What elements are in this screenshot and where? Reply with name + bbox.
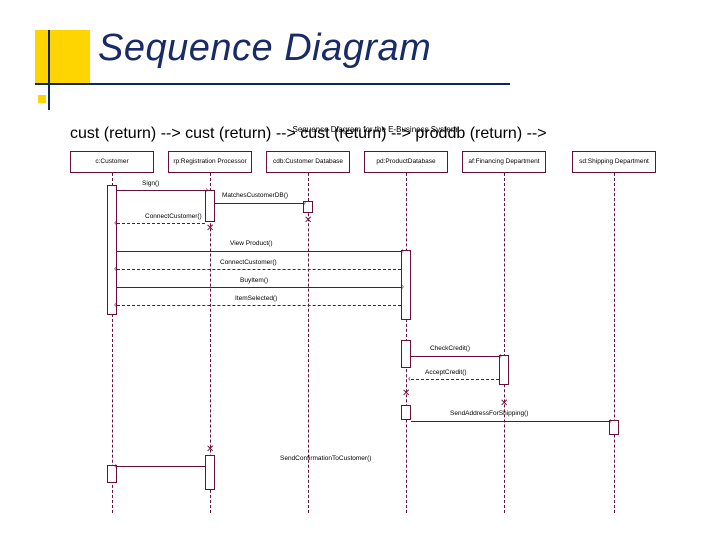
- participant-financing-department: af:Financing Department: [462, 151, 546, 173]
- lifeline-shipping-department: [614, 173, 615, 513]
- msg-label-connect-customer-1: ConnectCustomer(): [145, 213, 202, 220]
- msg-buy-item: ›: [117, 287, 401, 288]
- title-underline: [35, 83, 510, 85]
- msg-label-check-credit: CheckCredit(): [430, 345, 470, 352]
- term-proddb: [402, 390, 410, 398]
- exec-customer-1: [107, 185, 117, 315]
- exec-regproc-1: [205, 190, 215, 222]
- diagram-caption: Sequence Diagram for the E-Business Syst…: [70, 125, 680, 134]
- msg-view-product: ›: [117, 251, 401, 252]
- sequence-diagram: Sequence Diagram for the E-Business Syst…: [70, 125, 680, 515]
- participant-shipping-department: sd:Shipping Department: [572, 151, 656, 173]
- title-accent-box: [35, 30, 90, 85]
- msg-send-confirmation: ‹: [117, 466, 205, 467]
- participant-product-database: pd:ProductDatabase: [364, 151, 448, 173]
- term-custdb: [304, 217, 312, 225]
- msg-label-item-selected: ItemSelected(): [235, 295, 277, 302]
- msg-label-sign: Sign(): [142, 180, 159, 187]
- title-tick: [38, 95, 46, 103]
- msg-connect-customer-2: ‹: [117, 269, 401, 270]
- term-regproc: [206, 225, 214, 233]
- msg-item-selected: ‹: [117, 305, 401, 306]
- term-regproc-2: [206, 446, 214, 454]
- title-vline: [48, 30, 50, 110]
- exec-regproc-2: [205, 455, 215, 490]
- participant-customer: c:Customer: [70, 151, 154, 173]
- msg-label-send-address: SendAddressForShipping(): [450, 410, 528, 417]
- participant-customer-database: cdb:Customer Database: [266, 151, 350, 173]
- msg-label-view-product: View Product(): [230, 240, 273, 247]
- participant-registration-processor: rp:Registration Processor: [168, 151, 252, 173]
- msg-connect-customer-1: ‹: [117, 223, 205, 224]
- msg-label-matches-customer-db: MatchesCustomerDB(): [222, 192, 288, 199]
- lifeline-financing-department: [504, 173, 505, 513]
- msg-check-credit: ›: [411, 356, 499, 357]
- msg-label-send-confirmation: SendConfirmationToCustomer(): [280, 455, 371, 462]
- slide-title: Sequence Diagram: [98, 27, 431, 70]
- msg-accept-credit: ‹: [411, 379, 499, 380]
- term-findept: [500, 400, 508, 408]
- exec-proddb-2: [401, 340, 411, 368]
- msg-label-accept-credit: AcceptCredit(): [425, 369, 467, 376]
- slide: Sequence Diagram Sequence Diagram for th…: [0, 0, 720, 540]
- msg-label-connect-customer-2: ConnectCustomer(): [220, 259, 277, 266]
- msg-send-address: ›: [411, 421, 609, 422]
- msg-sign: ›: [117, 190, 205, 191]
- msg-matches-customer-db: ›: [215, 203, 303, 204]
- exec-proddb-3: [401, 405, 411, 420]
- msg-label-buy-item: BuyItem(): [240, 277, 268, 284]
